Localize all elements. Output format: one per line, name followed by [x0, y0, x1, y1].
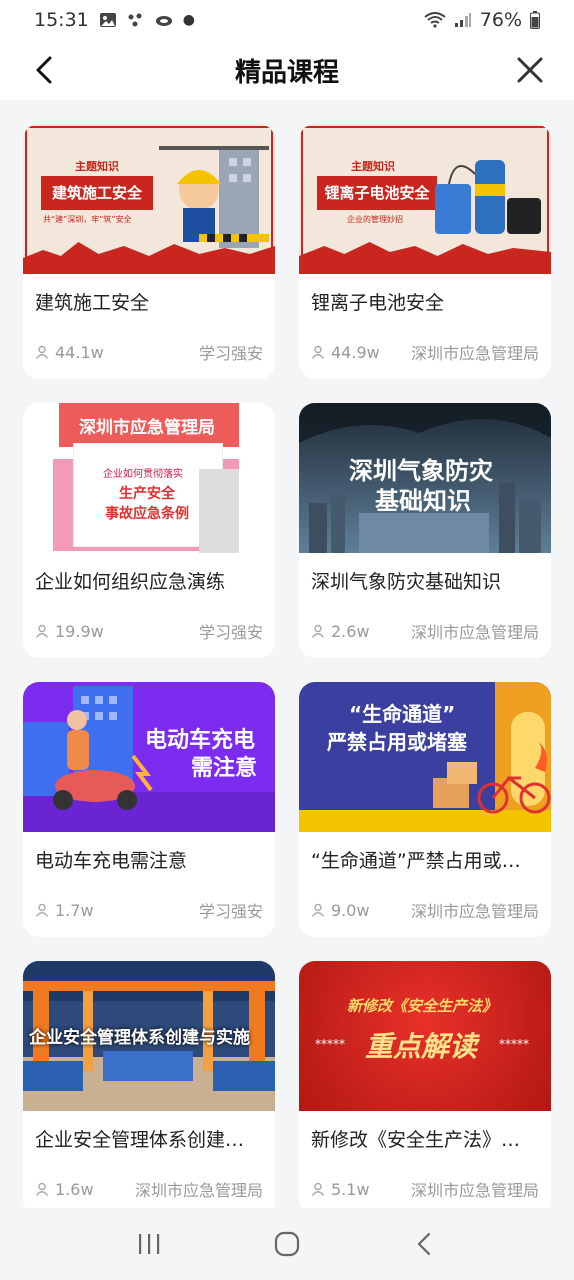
view-count: 9.0w	[331, 900, 370, 920]
thumb-main-text: 企业安全管理体系创建与实施	[29, 1028, 250, 1048]
thumb-main-text: 建筑施工安全	[41, 176, 153, 210]
course-title: “生命通道”严禁占用或堵塞	[311, 850, 540, 872]
view-count: 1.7w	[55, 900, 94, 920]
course-source: 深圳市应急管理局	[134, 1181, 263, 1200]
thumb-tag: 主题知识	[351, 160, 395, 173]
course-card[interactable]: 新修改《安全生产法》 重点解读 ***** ***** 新修改《安全生产法》重点…	[299, 961, 551, 1208]
thumb-sub-text: 基础知识	[375, 487, 471, 515]
course-title: 企业如何组织应急演练	[35, 571, 226, 593]
course-source: 深圳市应急管理局	[410, 344, 539, 363]
course-source: 深圳市应急管理局	[410, 623, 539, 642]
status-time: 15:31	[34, 9, 89, 31]
course-title: 新修改《安全生产法》重点解读	[311, 1129, 551, 1151]
thumb-sub-text: 共“建”深圳，牢“筑”安全	[43, 215, 132, 224]
course-title: 深圳气象防灾基础知识	[311, 571, 502, 593]
gallery-icon	[99, 13, 116, 27]
course-source: 学习强安	[198, 623, 263, 642]
course-source: 深圳市应急管理局	[410, 1181, 539, 1200]
construction-worker-icon	[159, 146, 269, 248]
course-title: 锂离子电池安全	[311, 292, 445, 314]
dots-icon	[128, 13, 142, 27]
thumb-main-text: 锂离子电池安全	[317, 176, 437, 210]
course-card[interactable]: “生命通道” 严禁占用或堵塞 “生命通道”严禁占用或堵塞 9.0w 深圳市应急管…	[299, 682, 551, 937]
view-count: 44.9w	[331, 342, 380, 362]
status-bar: 15:31 ● 76%	[0, 0, 574, 40]
course-thumbnail: 企业安全管理体系创建与实施	[23, 961, 275, 1111]
course-card[interactable]: 企业安全管理体系创建与实施 企业安全管理体系创建与实施 1.6w 深圳市应急管理…	[23, 961, 275, 1208]
thumb-sub-text: 严禁占用或堵塞	[327, 730, 467, 754]
course-source: 学习强安	[198, 344, 263, 363]
battery-illustration-icon	[435, 160, 541, 234]
course-thumbnail: 主题知识 建筑施工安全 共“建”深圳，牢“筑”安全	[23, 124, 275, 274]
home-button[interactable]	[267, 1224, 307, 1264]
course-title: 建筑施工安全	[35, 292, 150, 314]
wifi-icon	[424, 12, 446, 28]
course-thumbnail: “生命通道” 严禁占用或堵塞	[299, 682, 551, 832]
thumb-tag: 主题知识	[75, 160, 119, 173]
thumb-sub-text: 企业的管理妙招	[347, 215, 403, 224]
view-count: 1.6w	[55, 1179, 94, 1199]
cloud-icon	[155, 16, 172, 26]
person-icon	[35, 1182, 49, 1196]
back-arrow-icon[interactable]	[26, 52, 62, 88]
thumb-top-text: 新修改《安全生产法》	[347, 997, 498, 1015]
thumb-main-text: “生命通道”	[349, 702, 456, 726]
thumb-stars-right: *****	[499, 1037, 529, 1051]
page-title: 精品课程	[234, 57, 339, 88]
course-title: 电动车充电需注意	[35, 850, 188, 872]
thumb-main-text: 生产安全	[119, 486, 175, 502]
course-thumbnail: 电动车充电 需注意	[23, 682, 275, 832]
system-back-icon	[417, 1232, 431, 1256]
person-icon	[311, 624, 325, 638]
view-count: 5.1w	[331, 1179, 370, 1199]
thumb-sub-text: 事故应急条例	[105, 506, 189, 522]
recent-apps-button[interactable]	[129, 1224, 169, 1264]
person-icon	[35, 624, 49, 638]
course-thumbnail: 新修改《安全生产法》 重点解读 ***** *****	[299, 961, 551, 1111]
thumb-main-text: 重点解读	[365, 1030, 478, 1063]
person-icon	[311, 345, 325, 359]
course-thumbnail: 深圳气象防灾 基础知识	[299, 403, 551, 553]
home-icon	[274, 1231, 300, 1257]
notification-dot-icon: ●	[182, 12, 195, 28]
thumb-top-text: 深圳市应急管理局	[79, 418, 215, 438]
course-source: 学习强安	[198, 902, 263, 921]
person-icon	[35, 345, 49, 359]
person-icon	[311, 1182, 325, 1196]
view-count: 44.1w	[55, 342, 104, 362]
close-icon[interactable]	[512, 52, 548, 88]
course-thumbnail: 主题知识 锂离子电池安全 企业的管理妙招	[299, 124, 551, 274]
page-header: 精品课程	[0, 40, 574, 100]
person-icon	[35, 903, 49, 917]
battery-percent: 76%	[479, 9, 522, 31]
course-card[interactable]: 电动车充电 需注意 电动车充电需注意 1.7w 学习强安	[23, 682, 275, 937]
course-grid: 主题知识 建筑施工安全 共“建”深圳，牢“筑”安全 建筑施工安全 44.1w 学…	[0, 100, 574, 1208]
course-card[interactable]: 深圳气象防灾 基础知识 深圳气象防灾基础知识 2.6w 深圳市应急管理局	[299, 403, 551, 658]
course-card[interactable]: 主题知识 锂离子电池安全 企业的管理妙招 锂离子电池安全 44.9w 深圳市应急…	[299, 124, 551, 379]
course-source: 深圳市应急管理局	[410, 902, 539, 921]
recent-apps-icon	[139, 1234, 160, 1254]
view-count: 19.9w	[55, 621, 104, 641]
thumb-stars-left: *****	[315, 1037, 345, 1051]
battery-icon	[530, 11, 540, 29]
view-count: 2.6w	[331, 621, 370, 641]
thumb-sub-text: 需注意	[191, 756, 258, 781]
course-title: 企业安全管理体系创建与实施	[35, 1129, 275, 1151]
system-back-button[interactable]	[405, 1224, 445, 1264]
course-thumbnail: 深圳市应急管理局 企业如何贯彻落实 生产安全 事故应急条例	[23, 403, 275, 553]
system-nav-bar	[0, 1208, 574, 1280]
person-icon	[311, 903, 325, 917]
course-card[interactable]: 主题知识 建筑施工安全 共“建”深圳，牢“筑”安全 建筑施工安全 44.1w 学…	[23, 124, 275, 379]
thumb-small-text: 企业如何贯彻落实	[103, 469, 183, 480]
course-card[interactable]: 深圳市应急管理局 企业如何贯彻落实 生产安全 事故应急条例 企业如何组织应急演练…	[23, 403, 275, 658]
signal-icon	[454, 13, 471, 27]
